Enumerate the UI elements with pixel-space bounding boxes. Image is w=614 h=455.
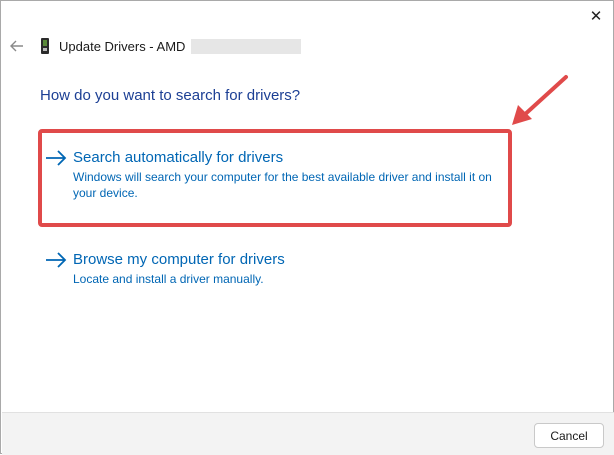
dialog-title: Update Drivers - AMD xyxy=(59,38,186,54)
redacted-device-name xyxy=(191,38,302,54)
dialog-header: Update Drivers - AMD xyxy=(9,35,409,57)
update-drivers-dialog: ✕ Update Drivers - AMD How do you want t… xyxy=(0,0,614,455)
back-arrow-icon xyxy=(10,40,23,52)
device-manager-icon xyxy=(41,38,49,54)
back-button[interactable] xyxy=(9,38,25,54)
arrow-right-icon xyxy=(46,251,67,268)
close-button[interactable]: ✕ xyxy=(585,6,607,26)
close-icon: ✕ xyxy=(589,8,603,25)
page-heading: How do you want to search for drivers? xyxy=(40,87,301,104)
option-title: Browse my computer for drivers xyxy=(73,251,285,268)
cancel-button[interactable]: Cancel xyxy=(534,423,604,448)
option-description: Locate and install a driver manually. xyxy=(73,272,264,286)
annotation-highlight-box xyxy=(38,129,512,227)
dialog-footer: Cancel xyxy=(2,412,614,455)
browse-computer-option[interactable]: Browse my computer for drivers Locate an… xyxy=(45,251,505,287)
annotation-arrow-icon xyxy=(512,75,568,125)
